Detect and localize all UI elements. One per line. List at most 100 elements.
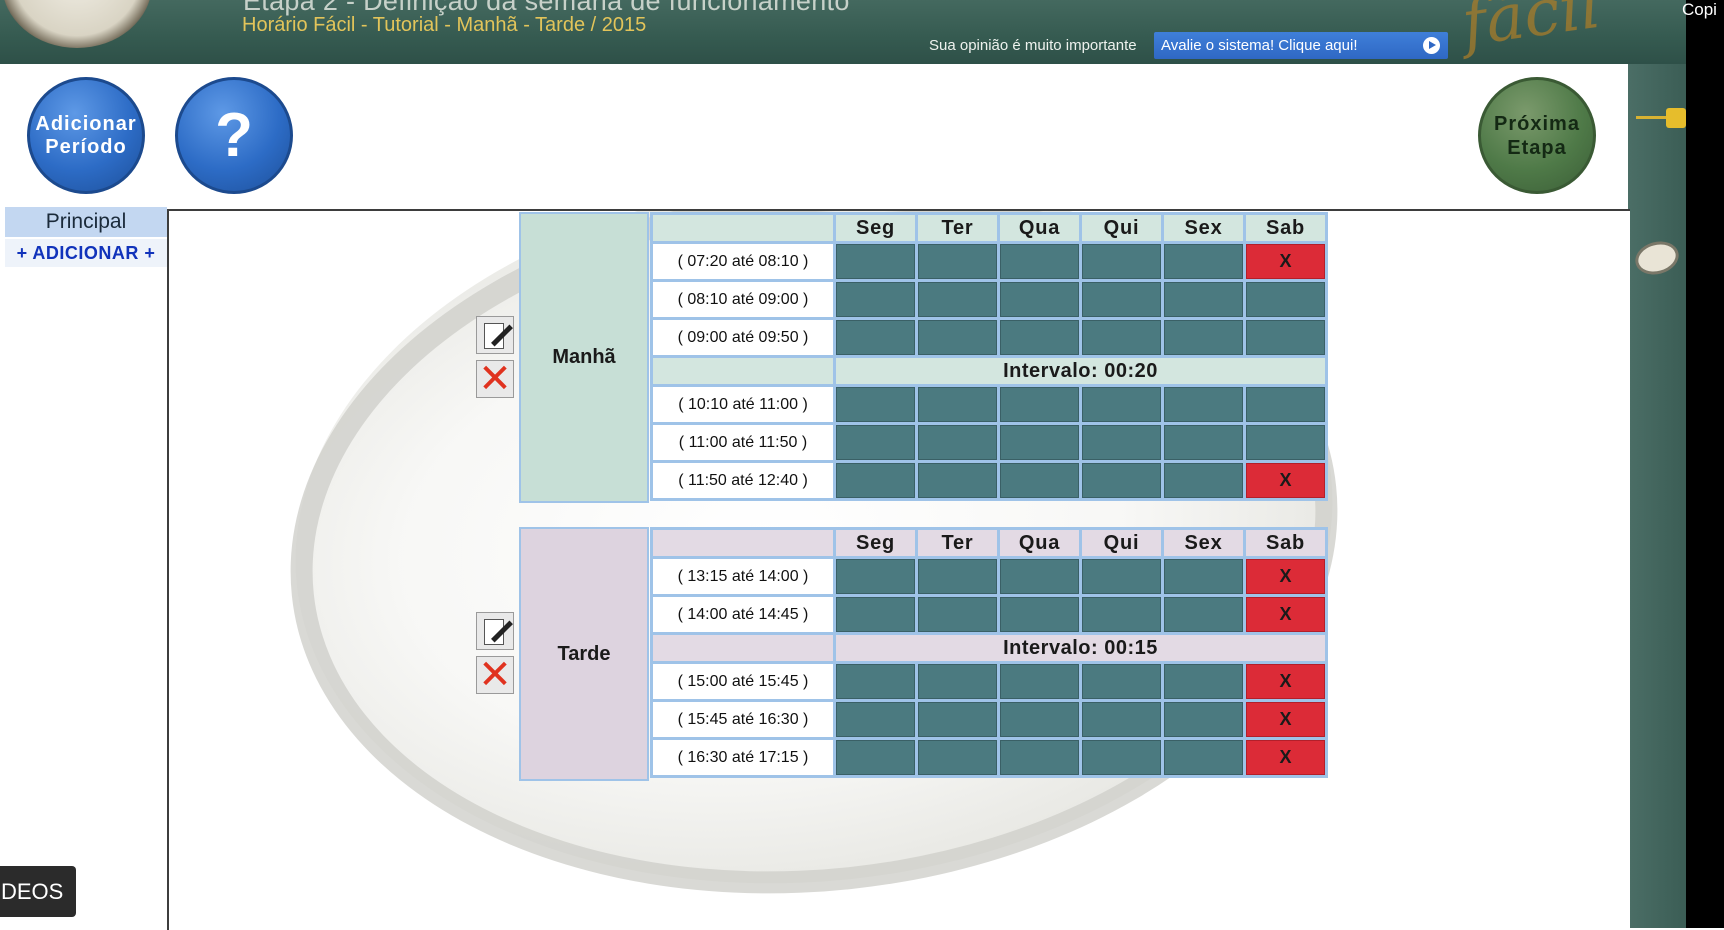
open-slot-cell[interactable] — [1000, 244, 1079, 279]
right-side-panel — [1628, 64, 1686, 928]
open-slot-cell[interactable] — [1164, 559, 1243, 594]
open-slot-cell[interactable] — [918, 559, 997, 594]
open-slot-cell[interactable] — [1164, 282, 1243, 317]
closed-slot-cell[interactable]: X — [1246, 740, 1325, 775]
day-header-sex: Sex — [1164, 530, 1243, 556]
closed-slot-cell[interactable]: X — [1246, 463, 1325, 498]
open-slot-cell[interactable] — [918, 597, 997, 632]
open-slot-cell[interactable] — [836, 559, 915, 594]
brand-logo: fácil — [1457, 0, 1606, 62]
open-slot-cell[interactable] — [1246, 282, 1325, 317]
open-slot-cell[interactable] — [1246, 387, 1325, 422]
open-slot-cell[interactable] — [1082, 387, 1161, 422]
help-button[interactable]: ? — [175, 77, 293, 194]
time-slot-label: ( 07:20 até 08:10 ) — [653, 244, 833, 279]
open-slot-cell[interactable] — [1082, 597, 1161, 632]
time-slot-row: ( 11:00 até 11:50 ) — [653, 425, 1325, 460]
open-slot-cell[interactable] — [1000, 740, 1079, 775]
open-slot-cell[interactable] — [836, 597, 915, 632]
delete-icon[interactable]: ✕ — [476, 359, 514, 399]
time-slot-label: ( 10:10 até 11:00 ) — [653, 387, 833, 422]
time-slot-label: ( 15:45 até 16:30 ) — [653, 702, 833, 737]
time-slot-label: ( 13:15 até 14:00 ) — [653, 559, 833, 594]
open-slot-cell[interactable] — [1164, 425, 1243, 460]
sidebar-item-principal[interactable]: Principal — [5, 207, 167, 237]
time-slot-label: ( 16:30 até 17:15 ) — [653, 740, 833, 775]
open-slot-cell[interactable] — [918, 282, 997, 317]
main-content: ✕ Manhã Seg Ter Qua Qui Sex Sab( 07:20 até 08… — [167, 209, 1630, 930]
add-period-button[interactable]: Adicionar Período — [27, 77, 145, 194]
open-slot-cell[interactable] — [1246, 320, 1325, 355]
open-slot-cell[interactable] — [1082, 702, 1161, 737]
open-slot-cell[interactable] — [836, 320, 915, 355]
open-slot-cell[interactable] — [836, 702, 915, 737]
open-slot-cell[interactable] — [1000, 559, 1079, 594]
open-slot-cell[interactable] — [1082, 282, 1161, 317]
time-slot-row: ( 14:00 até 14:45 ) X — [653, 597, 1325, 632]
open-slot-cell[interactable] — [1164, 320, 1243, 355]
sidebar-add-button[interactable]: + ADICIONAR + — [5, 239, 167, 267]
open-slot-cell[interactable] — [1000, 320, 1079, 355]
open-slot-cell[interactable] — [1164, 664, 1243, 699]
open-slot-cell[interactable] — [918, 664, 997, 699]
open-slot-cell[interactable] — [1082, 244, 1161, 279]
open-slot-cell[interactable] — [1082, 664, 1161, 699]
videos-badge[interactable]: DEOS — [0, 866, 76, 917]
open-slot-cell[interactable] — [1082, 559, 1161, 594]
clock-logo-icon — [2, 0, 152, 48]
open-slot-cell[interactable] — [918, 320, 997, 355]
closed-slot-cell[interactable]: X — [1246, 664, 1325, 699]
open-slot-cell[interactable] — [1164, 702, 1243, 737]
open-slot-cell[interactable] — [1000, 425, 1079, 460]
open-slot-cell[interactable] — [1164, 244, 1243, 279]
day-header-seg: Seg — [836, 530, 915, 556]
closed-slot-cell[interactable]: X — [1246, 244, 1325, 279]
interval-row: Intervalo: 00:15 — [653, 635, 1325, 661]
open-slot-cell[interactable] — [836, 244, 915, 279]
watch-icon[interactable] — [1631, 236, 1683, 280]
open-slot-cell[interactable] — [836, 387, 915, 422]
closed-slot-cell[interactable]: X — [1246, 702, 1325, 737]
time-slot-label: ( 11:00 até 11:50 ) — [653, 425, 833, 460]
sidebar: Principal + ADICIONAR + — [5, 207, 167, 267]
open-slot-cell[interactable] — [1082, 740, 1161, 775]
open-slot-cell[interactable] — [1164, 740, 1243, 775]
time-slot-row: ( 10:10 até 11:00 ) — [653, 387, 1325, 422]
open-slot-cell[interactable] — [1000, 664, 1079, 699]
open-slot-cell[interactable] — [1000, 463, 1079, 498]
open-slot-cell[interactable] — [1000, 597, 1079, 632]
open-slot-cell[interactable] — [836, 463, 915, 498]
open-slot-cell[interactable] — [918, 387, 997, 422]
open-slot-cell[interactable] — [836, 425, 915, 460]
closed-slot-cell[interactable]: X — [1246, 597, 1325, 632]
edit-icon[interactable] — [476, 612, 514, 650]
open-slot-cell[interactable] — [1082, 425, 1161, 460]
next-step-button[interactable]: Próxima Etapa — [1478, 77, 1596, 194]
period-label-manha: Manhã — [519, 212, 649, 503]
open-slot-cell[interactable] — [1164, 463, 1243, 498]
open-slot-cell[interactable] — [1246, 425, 1325, 460]
evaluate-system-button[interactable]: Avalie o sistema! Clique aqui! — [1154, 32, 1448, 59]
closed-slot-cell[interactable]: X — [1246, 559, 1325, 594]
open-slot-cell[interactable] — [918, 244, 997, 279]
open-slot-cell[interactable] — [836, 282, 915, 317]
open-slot-cell[interactable] — [1082, 463, 1161, 498]
open-slot-cell[interactable] — [1164, 597, 1243, 632]
open-slot-cell[interactable] — [1164, 387, 1243, 422]
open-slot-cell[interactable] — [918, 425, 997, 460]
edit-icon[interactable] — [476, 316, 514, 354]
open-slot-cell[interactable] — [1000, 282, 1079, 317]
open-slot-cell[interactable] — [1082, 320, 1161, 355]
open-slot-cell[interactable] — [1000, 702, 1079, 737]
delete-icon[interactable]: ✕ — [476, 655, 514, 695]
copy-link[interactable]: Copi — [1682, 0, 1717, 20]
open-slot-cell[interactable] — [918, 702, 997, 737]
open-slot-cell[interactable] — [918, 740, 997, 775]
open-slot-cell[interactable] — [836, 664, 915, 699]
time-slot-label: ( 15:00 até 15:45 ) — [653, 664, 833, 699]
open-slot-cell[interactable] — [1000, 387, 1079, 422]
time-slot-row: ( 09:00 até 09:50 ) — [653, 320, 1325, 355]
open-slot-cell[interactable] — [918, 463, 997, 498]
open-slot-cell[interactable] — [836, 740, 915, 775]
pin-icon[interactable] — [1636, 108, 1686, 128]
